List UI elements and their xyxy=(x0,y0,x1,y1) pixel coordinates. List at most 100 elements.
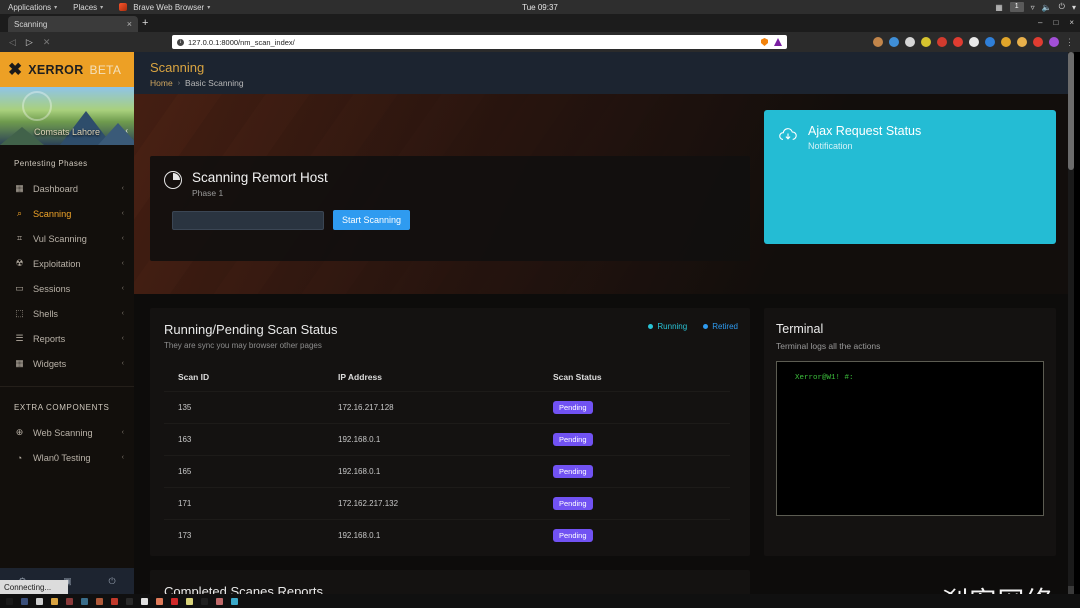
page-scrollbar[interactable] xyxy=(1068,52,1074,594)
extension-icon-6[interactable] xyxy=(953,37,963,47)
extension-icon-11[interactable] xyxy=(1033,37,1043,47)
info-icon[interactable]: i xyxy=(177,39,184,46)
close-icon[interactable]: × xyxy=(127,19,132,29)
chevron-left-icon[interactable]: ‹ xyxy=(125,126,128,135)
close-window-icon[interactable]: × xyxy=(1069,18,1074,27)
power-icon[interactable]: ⏻ xyxy=(108,576,115,587)
taskbar-item[interactable] xyxy=(186,598,193,605)
sidebar-item-shells[interactable]: ⬚ Shells ‹ xyxy=(0,301,134,326)
taskbar-item[interactable] xyxy=(111,598,118,605)
extension-icon-12[interactable] xyxy=(1049,37,1059,47)
table-row[interactable]: 163 192.168.0.1 Pending xyxy=(164,424,730,456)
taskbar-item[interactable] xyxy=(21,598,28,605)
table-header-row: Scan ID IP Address Scan Status xyxy=(164,366,730,392)
taskbar-item[interactable] xyxy=(156,598,163,605)
scrollbar-down-arrow-icon[interactable] xyxy=(1068,586,1074,594)
breadcrumb-current: Basic Scanning xyxy=(185,78,244,88)
start-scanning-button[interactable]: Start Scanning xyxy=(333,210,410,230)
taskbar-item[interactable] xyxy=(126,598,133,605)
extension-icon-4[interactable] xyxy=(921,37,931,47)
explosion-icon: ☢ xyxy=(14,258,25,269)
browser-tab-scanning[interactable]: Scanning × xyxy=(8,16,138,32)
completed-card-title: Completed Scanes Reports xyxy=(150,570,750,594)
brand-logo[interactable]: ✖ XERROR BETA xyxy=(0,52,134,87)
minimize-icon[interactable]: – xyxy=(1038,18,1042,27)
taskbar-item[interactable] xyxy=(201,598,208,605)
browser-menu-icon[interactable]: ⋮ xyxy=(1065,37,1074,48)
extension-icon-2[interactable] xyxy=(889,37,899,47)
content-header: Scanning Home › Basic Scanning xyxy=(134,52,1074,94)
extension-icon-1[interactable] xyxy=(873,37,883,47)
sidebar-item-reports[interactable]: ☰ Reports ‹ xyxy=(0,326,134,351)
maximize-icon[interactable]: □ xyxy=(1053,18,1058,27)
chevron-left-icon: ‹ xyxy=(122,285,124,292)
volume-icon[interactable]: 🔈 xyxy=(1042,3,1052,12)
extension-icon-3[interactable] xyxy=(905,37,915,47)
chevron-down-icon[interactable]: ▾ xyxy=(1072,3,1076,12)
status-card-header: Running/Pending Scan Status They are syn… xyxy=(150,308,750,350)
taskbar-item[interactable] xyxy=(51,598,58,605)
taskbar-item[interactable] xyxy=(81,598,88,605)
pie-chart-icon xyxy=(164,171,182,189)
extension-icon-8[interactable] xyxy=(985,37,995,47)
os-menu-brave[interactable]: Brave Web Browser ▾ xyxy=(111,3,218,12)
taskbar-item[interactable] xyxy=(231,598,238,605)
table-row[interactable]: 135 172.16.217.128 Pending xyxy=(164,392,730,424)
url-bar[interactable]: i 127.0.0.1:8000/nm_scan_index/ xyxy=(172,35,787,49)
taskbar-item[interactable] xyxy=(36,598,43,605)
taskbar-item[interactable] xyxy=(96,598,103,605)
brand-beta-label: BETA xyxy=(90,63,122,77)
extension-icon-9[interactable] xyxy=(1001,37,1011,47)
running-pending-scan-status-card: Running/Pending Scan Status They are syn… xyxy=(150,308,750,556)
taskbar-item[interactable] xyxy=(171,598,178,605)
workspaces-icon[interactable]: ▦ xyxy=(995,3,1003,12)
terminal-screen[interactable]: Xerror@W1! #: xyxy=(776,361,1044,516)
page-viewport: ✖ XERROR BETA Comsats Lahore ‹ Pentestin… xyxy=(0,52,1080,594)
forward-icon[interactable]: ▷ xyxy=(26,37,33,48)
table-row[interactable]: 171 172.162.217.132 Pending xyxy=(164,488,730,520)
taskbar-item[interactable] xyxy=(6,598,13,605)
extension-icon-7[interactable] xyxy=(969,37,979,47)
extension-icon-5[interactable] xyxy=(937,37,947,47)
sidebar-item-sessions[interactable]: ▭ Sessions ‹ xyxy=(0,276,134,301)
wifi-icon[interactable]: ▿ xyxy=(1031,3,1035,12)
os-menu-places[interactable]: Places ▾ xyxy=(65,3,111,12)
host-input[interactable] xyxy=(172,211,324,230)
cell-ip: 172.162.217.132 xyxy=(324,488,539,520)
sidebar-item-web-scanning[interactable]: ⊕ Web Scanning ‹ xyxy=(0,420,134,445)
warning-triangle-icon[interactable] xyxy=(774,38,782,46)
chevron-left-icon: ‹ xyxy=(122,235,124,242)
power-icon[interactable]: ⏻ xyxy=(1059,2,1065,12)
sidebar-item-exploitation[interactable]: ☢ Exploitation ‹ xyxy=(0,251,134,276)
sidebar-item-dashboard[interactable]: ▦ Dashboard ‹ xyxy=(0,176,134,201)
taskbar-item[interactable] xyxy=(141,598,148,605)
sidebar-item-scanning[interactable]: ⌕ Scanning ‹ xyxy=(0,201,134,226)
profile-banner[interactable]: Comsats Lahore ‹ xyxy=(0,87,134,145)
back-icon[interactable]: ◁ xyxy=(9,37,16,48)
sidebar-item-widgets[interactable]: ▦ Widgets ‹ xyxy=(0,351,134,376)
sidebar-item-wlan0-testing[interactable]: ◔ Wlan0 Testing ‹ xyxy=(0,445,134,470)
table-row[interactable]: 165 192.168.0.1 Pending xyxy=(164,456,730,488)
browser-nav-bar: ◁ ▷ ✕ i 127.0.0.1:8000/nm_scan_index/ ⋮ xyxy=(0,32,1080,52)
workspace-indicator[interactable]: 1 xyxy=(1010,2,1024,12)
new-tab-button[interactable]: + xyxy=(142,18,148,29)
table-row[interactable]: 173 192.168.0.1 Pending xyxy=(164,520,730,552)
taskbar-item[interactable] xyxy=(216,598,223,605)
scan-form: Start Scanning xyxy=(150,198,750,230)
legend-dot-icon xyxy=(648,324,653,329)
breadcrumb-home[interactable]: Home xyxy=(150,78,173,88)
stop-icon[interactable]: ✕ xyxy=(43,37,51,48)
sidebar-item-vul-scanning[interactable]: ⌗ Vul Scanning ‹ xyxy=(0,226,134,251)
scrollbar-thumb[interactable] xyxy=(1068,52,1074,170)
os-menu-applications[interactable]: Applications ▾ xyxy=(0,3,65,12)
brave-shield-icon[interactable] xyxy=(761,38,768,46)
status-badge: Pending xyxy=(553,497,593,510)
status-legend: Running Retired xyxy=(648,322,738,331)
document-icon: ☰ xyxy=(14,333,25,344)
cell-ip: 192.168.0.1 xyxy=(324,520,539,552)
cell-ip: 172.16.217.128 xyxy=(324,392,539,424)
taskbar-item[interactable] xyxy=(66,598,73,605)
extension-icon-10[interactable] xyxy=(1017,37,1027,47)
tab-title: Scanning xyxy=(14,20,127,29)
brave-logo-icon xyxy=(119,3,127,11)
